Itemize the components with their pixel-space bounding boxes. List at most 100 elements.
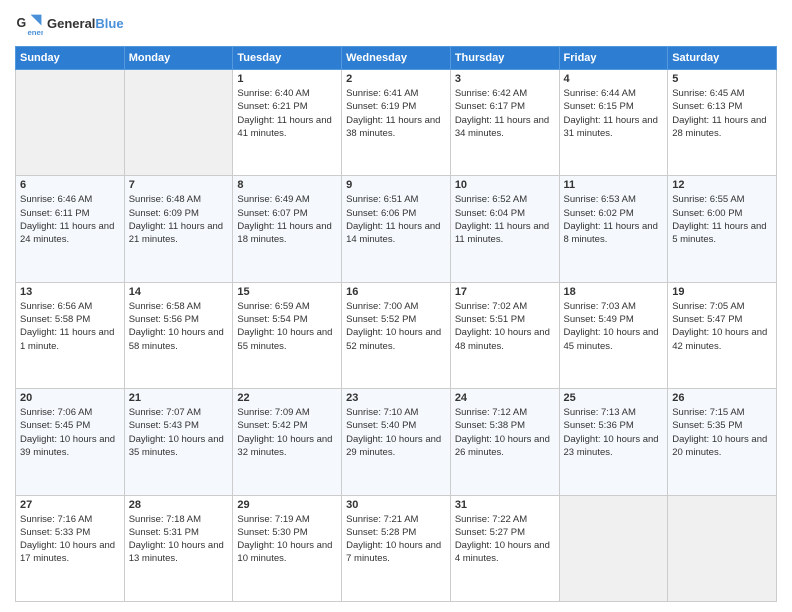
day-number: 29 — [237, 499, 337, 511]
day-number: 9 — [346, 179, 446, 191]
cell-info: Sunrise: 7:22 AM Sunset: 5:27 PM Dayligh… — [455, 513, 555, 566]
calendar-cell: 2 Sunrise: 6:41 AM Sunset: 6:19 PM Daylig… — [342, 70, 451, 176]
cell-info: Sunrise: 6:44 AM Sunset: 6:15 PM Dayligh… — [564, 87, 664, 140]
day-number: 28 — [129, 499, 229, 511]
col-header-sunday: Sunday — [16, 47, 125, 70]
day-number: 22 — [237, 392, 337, 404]
calendar-table: SundayMondayTuesdayWednesdayThursdayFrid… — [15, 46, 777, 602]
day-number: 26 — [672, 392, 772, 404]
cell-info: Sunrise: 6:56 AM Sunset: 5:58 PM Dayligh… — [20, 300, 120, 353]
day-number: 3 — [455, 73, 555, 85]
col-header-thursday: Thursday — [450, 47, 559, 70]
day-number: 13 — [20, 286, 120, 298]
calendar-cell: 8 Sunrise: 6:49 AM Sunset: 6:07 PM Daylig… — [233, 176, 342, 282]
day-number: 6 — [20, 179, 120, 191]
cell-info: Sunrise: 6:45 AM Sunset: 6:13 PM Dayligh… — [672, 87, 772, 140]
cell-info: Sunrise: 7:05 AM Sunset: 5:47 PM Dayligh… — [672, 300, 772, 353]
cell-info: Sunrise: 6:48 AM Sunset: 6:09 PM Dayligh… — [129, 193, 229, 246]
cell-info: Sunrise: 7:21 AM Sunset: 5:28 PM Dayligh… — [346, 513, 446, 566]
calendar-body: 1Sunrise: 6:40 AM Sunset: 6:21 PM Daylig… — [16, 70, 777, 602]
day-number: 8 — [237, 179, 337, 191]
cell-info: Sunrise: 7:09 AM Sunset: 5:42 PM Dayligh… — [237, 406, 337, 459]
col-header-tuesday: Tuesday — [233, 47, 342, 70]
day-number: 5 — [672, 73, 772, 85]
cell-info: Sunrise: 6:41 AM Sunset: 6:19 PM Dayligh… — [346, 87, 446, 140]
calendar-cell: 19 Sunrise: 7:05 AM Sunset: 5:47 PM Dayli… — [668, 282, 777, 388]
day-number: 7 — [129, 179, 229, 191]
calendar-cell: 1Sunrise: 6:40 AM Sunset: 6:21 PM Daylig… — [233, 70, 342, 176]
day-number: 14 — [129, 286, 229, 298]
cell-info: Sunrise: 7:18 AM Sunset: 5:31 PM Dayligh… — [129, 513, 229, 566]
calendar-cell: 16Sunrise: 7:00 AM Sunset: 5:52 PM Dayli… — [342, 282, 451, 388]
calendar-cell — [668, 495, 777, 601]
cell-info: Sunrise: 7:15 AM Sunset: 5:35 PM Dayligh… — [672, 406, 772, 459]
week-row-1: 6 Sunrise: 6:46 AM Sunset: 6:11 PM Daylig… — [16, 176, 777, 282]
calendar-cell: 18 Sunrise: 7:03 AM Sunset: 5:49 PM Dayli… — [559, 282, 668, 388]
col-header-friday: Friday — [559, 47, 668, 70]
page: G eneral GeneralBlue SundayMondayTuesday… — [0, 0, 792, 612]
logo-text: GeneralBlue — [47, 17, 124, 31]
calendar-cell: 27Sunrise: 7:16 AM Sunset: 5:33 PM Dayli… — [16, 495, 125, 601]
calendar-cell: 20 Sunrise: 7:06 AM Sunset: 5:45 PM Dayli… — [16, 389, 125, 495]
day-number: 19 — [672, 286, 772, 298]
cell-info: Sunrise: 7:16 AM Sunset: 5:33 PM Dayligh… — [20, 513, 120, 566]
day-number: 20 — [20, 392, 120, 404]
day-number: 4 — [564, 73, 664, 85]
cell-info: Sunrise: 6:58 AM Sunset: 5:56 PM Dayligh… — [129, 300, 229, 353]
cell-info: Sunrise: 6:59 AM Sunset: 5:54 PM Dayligh… — [237, 300, 337, 353]
calendar-cell: 6 Sunrise: 6:46 AM Sunset: 6:11 PM Daylig… — [16, 176, 125, 282]
calendar-header-row: SundayMondayTuesdayWednesdayThursdayFrid… — [16, 47, 777, 70]
calendar-cell: 31 Sunrise: 7:22 AM Sunset: 5:27 PM Dayli… — [450, 495, 559, 601]
calendar-cell: 28 Sunrise: 7:18 AM Sunset: 5:31 PM Dayli… — [124, 495, 233, 601]
logo-icon: G eneral — [15, 10, 43, 38]
calendar-cell: 10Sunrise: 6:52 AM Sunset: 6:04 PM Dayli… — [450, 176, 559, 282]
calendar-cell: 12 Sunrise: 6:55 AM Sunset: 6:00 PM Dayli… — [668, 176, 777, 282]
cell-info: Sunrise: 6:40 AM Sunset: 6:21 PM Dayligh… — [237, 87, 337, 140]
cell-info: Sunrise: 6:49 AM Sunset: 6:07 PM Dayligh… — [237, 193, 337, 246]
cell-info: Sunrise: 6:55 AM Sunset: 6:00 PM Dayligh… — [672, 193, 772, 246]
header: G eneral GeneralBlue — [15, 10, 777, 38]
calendar-cell: 9Sunrise: 6:51 AM Sunset: 6:06 PM Daylig… — [342, 176, 451, 282]
cell-info: Sunrise: 6:53 AM Sunset: 6:02 PM Dayligh… — [564, 193, 664, 246]
cell-info: Sunrise: 7:06 AM Sunset: 5:45 PM Dayligh… — [20, 406, 120, 459]
col-header-saturday: Saturday — [668, 47, 777, 70]
cell-info: Sunrise: 7:02 AM Sunset: 5:51 PM Dayligh… — [455, 300, 555, 353]
calendar-cell: 13 Sunrise: 6:56 AM Sunset: 5:58 PM Dayli… — [16, 282, 125, 388]
calendar-cell: 14 Sunrise: 6:58 AM Sunset: 5:56 PM Dayli… — [124, 282, 233, 388]
cell-info: Sunrise: 7:10 AM Sunset: 5:40 PM Dayligh… — [346, 406, 446, 459]
cell-info: Sunrise: 6:42 AM Sunset: 6:17 PM Dayligh… — [455, 87, 555, 140]
day-number: 31 — [455, 499, 555, 511]
calendar-cell — [16, 70, 125, 176]
calendar-cell: 3 Sunrise: 6:42 AM Sunset: 6:17 PM Daylig… — [450, 70, 559, 176]
day-number: 16 — [346, 286, 446, 298]
day-number: 30 — [346, 499, 446, 511]
calendar-cell: 15 Sunrise: 6:59 AM Sunset: 5:54 PM Dayli… — [233, 282, 342, 388]
day-number: 12 — [672, 179, 772, 191]
day-number: 21 — [129, 392, 229, 404]
day-number: 11 — [564, 179, 664, 191]
calendar-cell — [559, 495, 668, 601]
week-row-4: 27Sunrise: 7:16 AM Sunset: 5:33 PM Dayli… — [16, 495, 777, 601]
cell-info: Sunrise: 7:07 AM Sunset: 5:43 PM Dayligh… — [129, 406, 229, 459]
cell-info: Sunrise: 7:03 AM Sunset: 5:49 PM Dayligh… — [564, 300, 664, 353]
svg-text:eneral: eneral — [27, 28, 43, 37]
col-header-wednesday: Wednesday — [342, 47, 451, 70]
calendar-cell: 4 Sunrise: 6:44 AM Sunset: 6:15 PM Daylig… — [559, 70, 668, 176]
calendar-cell: 24Sunrise: 7:12 AM Sunset: 5:38 PM Dayli… — [450, 389, 559, 495]
calendar-cell — [124, 70, 233, 176]
calendar-cell: 26 Sunrise: 7:15 AM Sunset: 5:35 PM Dayli… — [668, 389, 777, 495]
calendar-cell: 7 Sunrise: 6:48 AM Sunset: 6:09 PM Daylig… — [124, 176, 233, 282]
calendar-cell: 30 Sunrise: 7:21 AM Sunset: 5:28 PM Dayli… — [342, 495, 451, 601]
cell-info: Sunrise: 6:46 AM Sunset: 6:11 PM Dayligh… — [20, 193, 120, 246]
day-number: 23 — [346, 392, 446, 404]
day-number: 18 — [564, 286, 664, 298]
calendar-cell: 23 Sunrise: 7:10 AM Sunset: 5:40 PM Dayli… — [342, 389, 451, 495]
day-number: 2 — [346, 73, 446, 85]
calendar-cell: 11 Sunrise: 6:53 AM Sunset: 6:02 PM Dayli… — [559, 176, 668, 282]
day-number: 15 — [237, 286, 337, 298]
calendar-cell: 5 Sunrise: 6:45 AM Sunset: 6:13 PM Daylig… — [668, 70, 777, 176]
cell-info: Sunrise: 7:12 AM Sunset: 5:38 PM Dayligh… — [455, 406, 555, 459]
day-number: 10 — [455, 179, 555, 191]
week-row-3: 20 Sunrise: 7:06 AM Sunset: 5:45 PM Dayli… — [16, 389, 777, 495]
calendar-cell: 25Sunrise: 7:13 AM Sunset: 5:36 PM Dayli… — [559, 389, 668, 495]
